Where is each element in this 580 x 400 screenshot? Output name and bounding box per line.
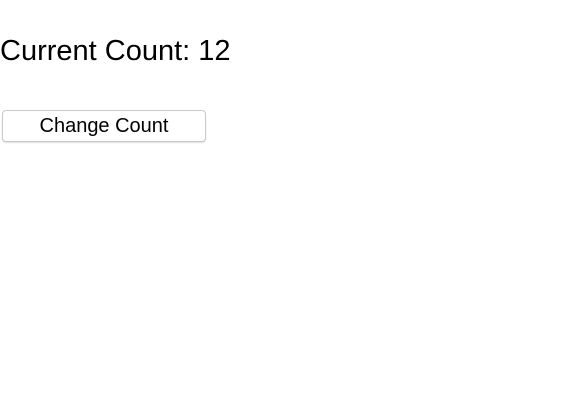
current-count-heading: Current Count: 12 bbox=[0, 32, 231, 70]
page: Current Count: 12 Change Count bbox=[0, 0, 580, 400]
change-count-button[interactable]: Change Count bbox=[2, 110, 206, 142]
count-value: 12 bbox=[198, 35, 231, 67]
count-label: Current Count: bbox=[0, 35, 191, 67]
